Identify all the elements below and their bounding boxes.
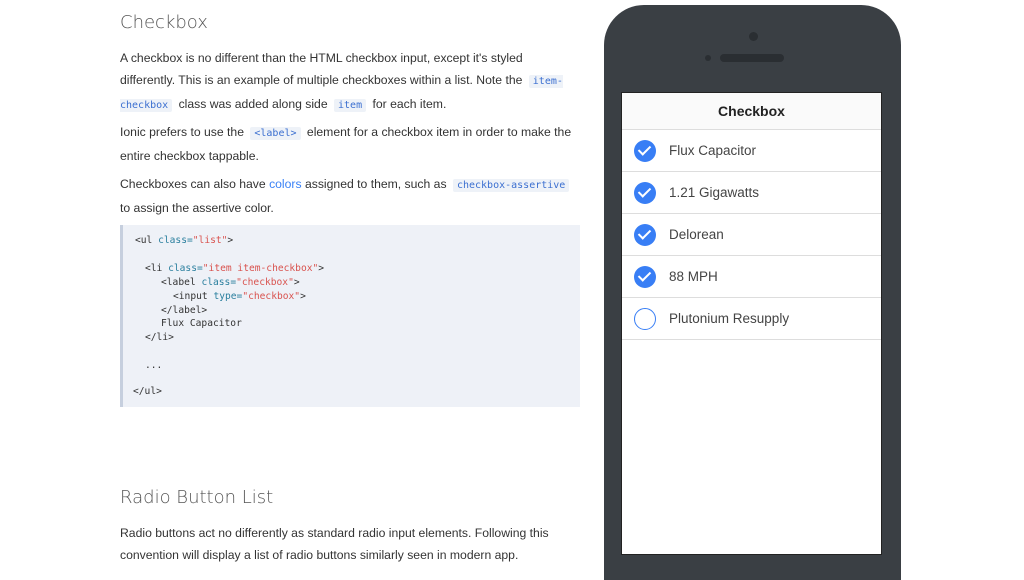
code-example-block: <ul class="list"> <li class="item item-c… <box>120 225 580 407</box>
checkbox-checked-icon[interactable] <box>634 181 656 204</box>
checkbox-item[interactable]: Plutonium Resupply <box>622 298 881 340</box>
code-line: ... <box>145 360 163 371</box>
radio-paragraph: Radio buttons act no differently as stan… <box>120 526 549 562</box>
checkbox-item-label: 1.21 Gigawatts <box>669 185 760 200</box>
checkbox-item[interactable]: 88 MPH <box>622 256 881 298</box>
code-line: </li> <box>145 332 174 343</box>
nav-bar-title: Checkbox <box>622 93 881 130</box>
phone-screen: Checkbox Flux Capacitor 1.21 Gigawatts Del… <box>621 92 882 555</box>
checkbox-item-label: Plutonium Resupply <box>669 311 790 326</box>
code-line: <ul class="list"> <box>135 235 234 246</box>
checkbox-item-label: 88 MPH <box>669 269 718 284</box>
code-line: </ul> <box>133 386 162 397</box>
code-line: <label class="checkbox"> <box>161 277 300 288</box>
label-paragraph: Ionic prefers to use the <label> element… <box>120 125 572 163</box>
checkbox-checked-icon[interactable] <box>634 139 656 162</box>
checkbox-item[interactable]: Delorean <box>622 214 881 256</box>
sensor-dot <box>705 55 711 61</box>
code-line: <li class="item item-checkbox"> <box>145 263 325 274</box>
checkbox-item[interactable]: Flux Capacitor <box>622 130 881 172</box>
checkbox-item-label: Delorean <box>669 227 724 242</box>
colors-paragraph: Checkboxes can also have colors assigned… <box>120 173 580 219</box>
checkbox-checked-icon[interactable] <box>634 265 656 288</box>
code-line: </label> <box>161 305 208 316</box>
checkbox-intro-paragraph: A checkbox is no different than the HTML… <box>120 51 563 112</box>
inline-code-checkbox-assertive: checkbox-assertive <box>452 179 570 192</box>
speaker-grille <box>720 54 784 62</box>
checkbox-heading: Checkbox <box>120 12 208 33</box>
colors-link[interactable]: colors <box>269 177 302 191</box>
camera-dot <box>749 32 758 41</box>
checkbox-checked-icon[interactable] <box>634 223 656 246</box>
phone-mockup: Checkbox Flux Capacitor 1.21 Gigawatts Del… <box>604 5 901 580</box>
checkbox-item-label: Flux Capacitor <box>669 143 757 158</box>
radio-button-list-heading: Radio Button List <box>120 487 274 508</box>
code-line: Flux Capacitor <box>161 318 242 329</box>
inline-code-item: item <box>334 99 367 112</box>
checkbox-item[interactable]: 1.21 Gigawatts <box>622 172 881 214</box>
checkbox-list: Flux Capacitor 1.21 Gigawatts Delorean 88 M… <box>622 130 881 340</box>
checkbox-unchecked-icon[interactable] <box>634 307 656 330</box>
inline-code-label: <label> <box>250 127 301 140</box>
code-line: <input type="checkbox"> <box>173 291 306 302</box>
